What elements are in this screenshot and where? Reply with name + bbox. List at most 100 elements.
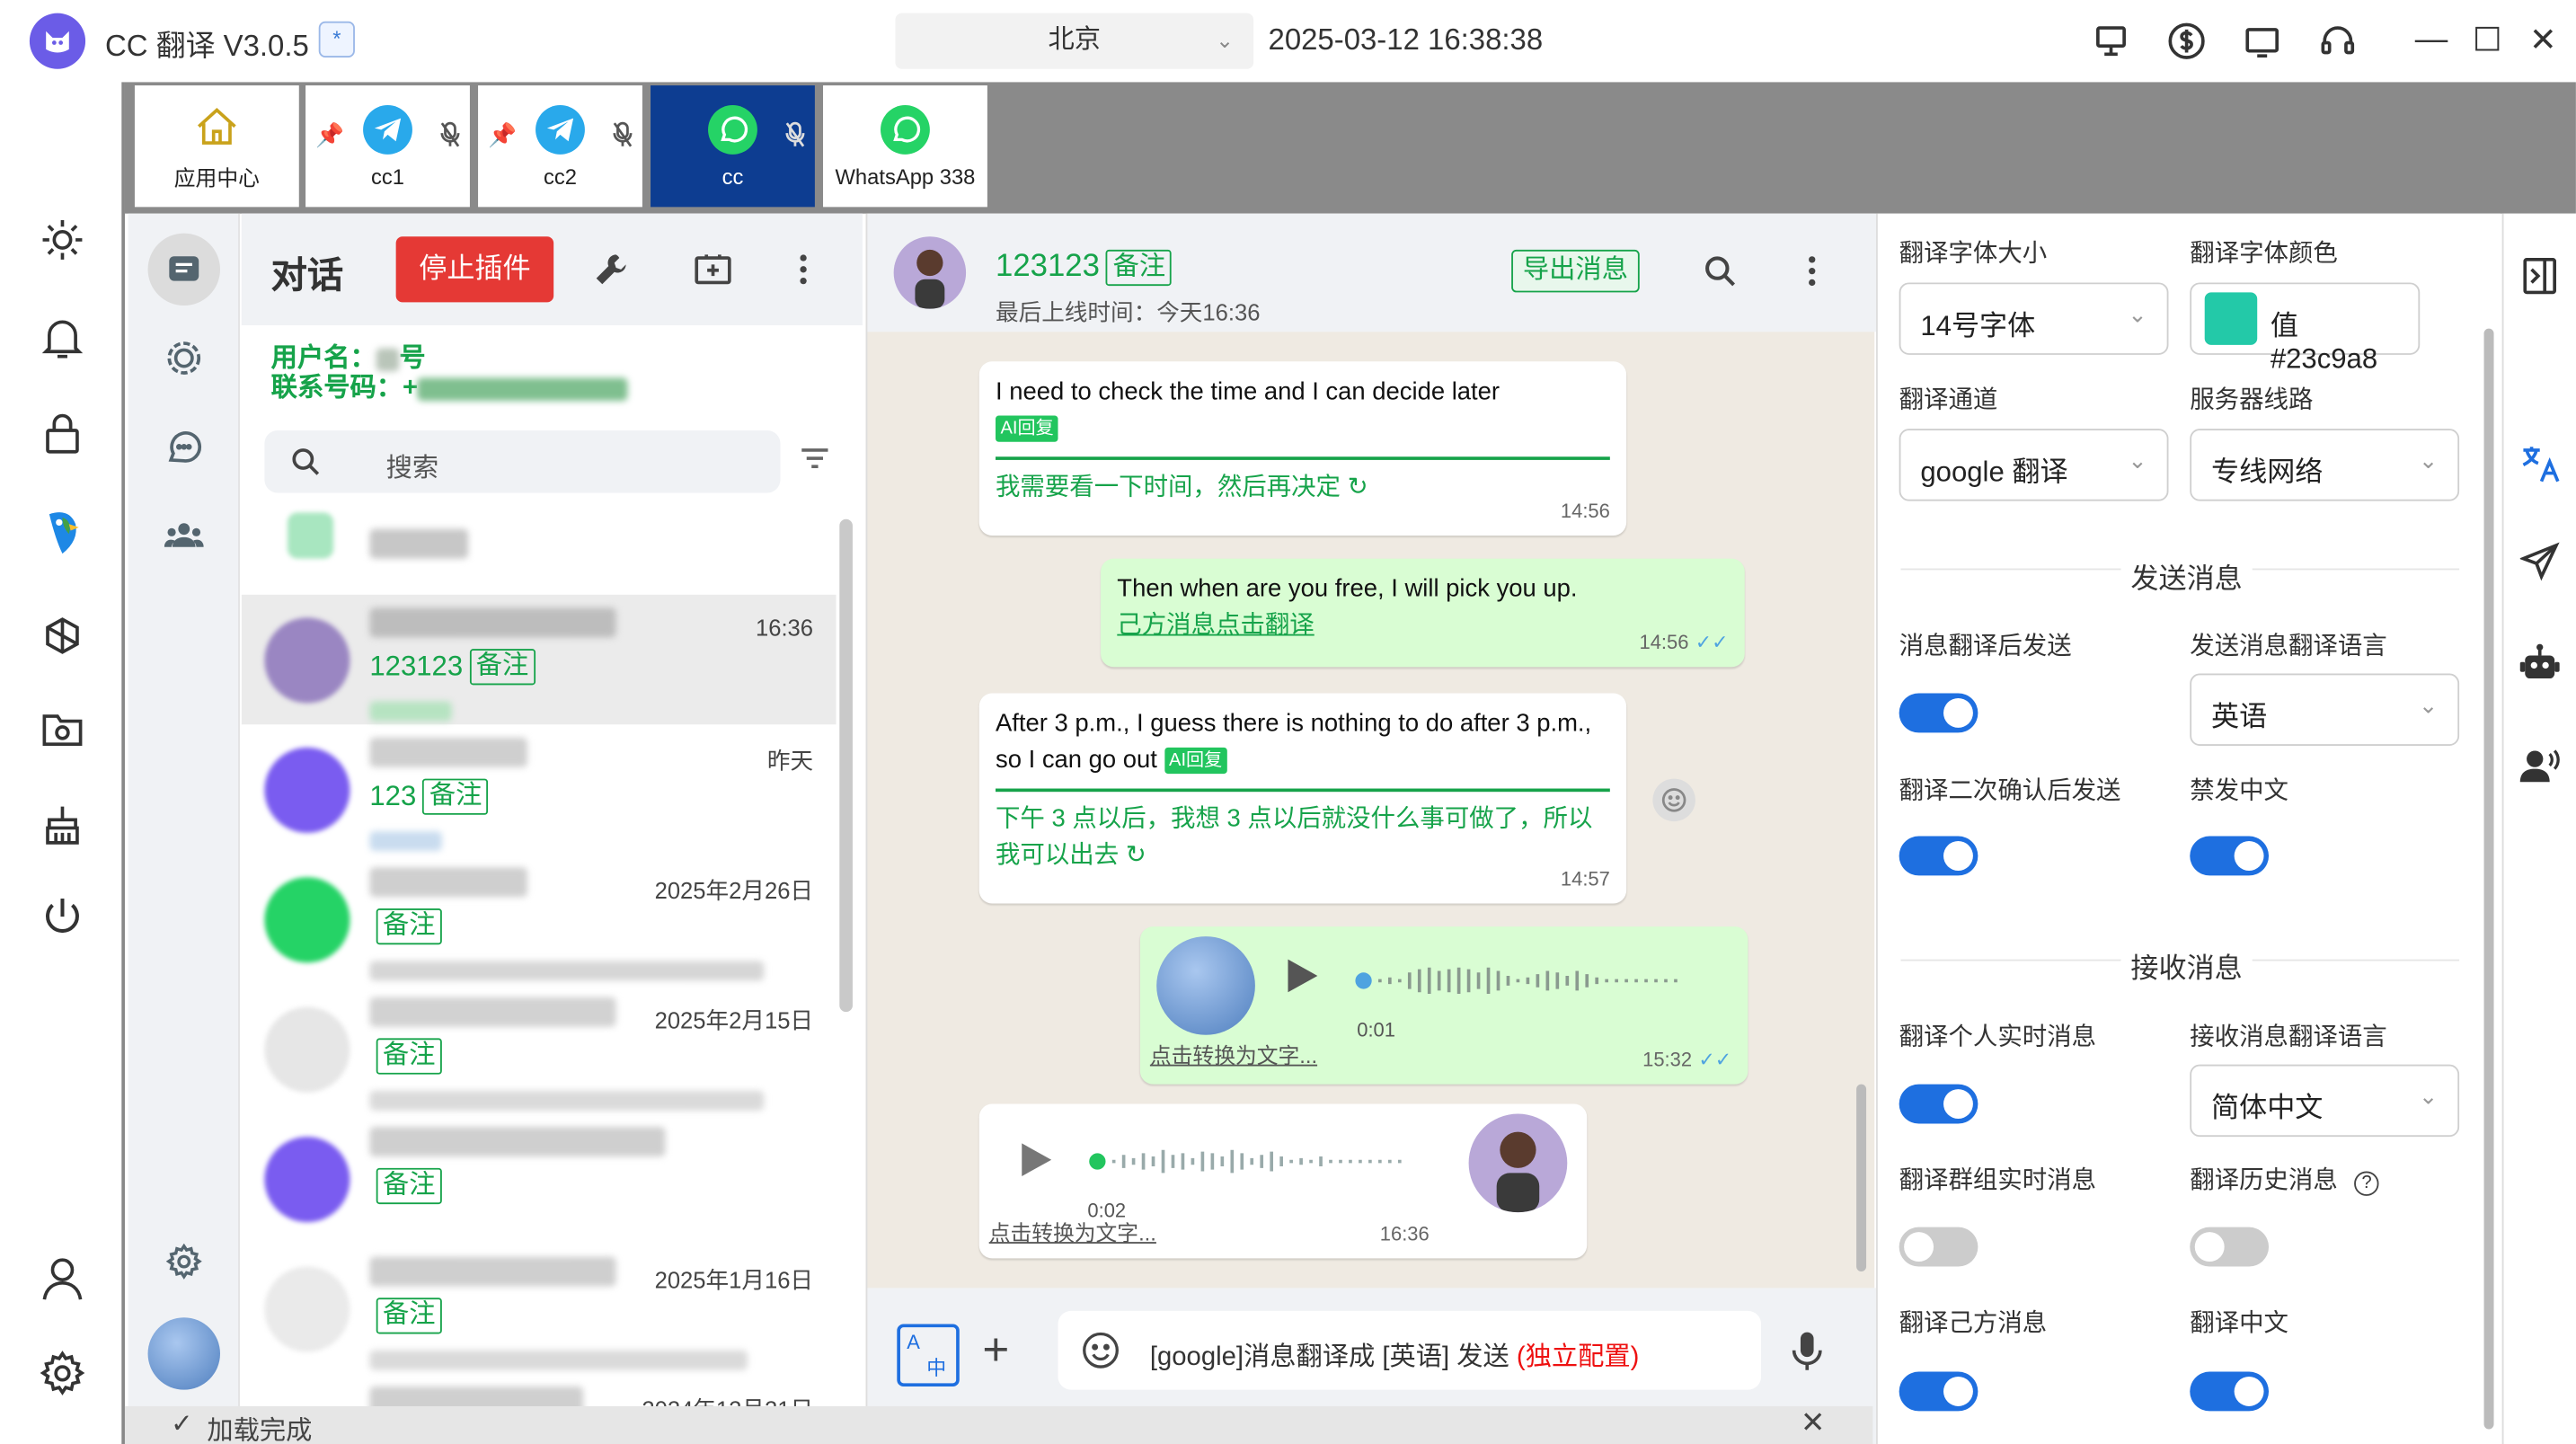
tab-cc1[interactable]: 📌 cc1 — [305, 85, 470, 208]
server-select[interactable]: 专线网络 ⌄ — [2190, 429, 2460, 501]
minimize-icon[interactable]: — — [2412, 13, 2451, 66]
sun-icon[interactable] — [36, 214, 89, 267]
message-input[interactable]: [google]消息翻译成 [英语] 发送 (独立配置) — [1058, 1310, 1762, 1390]
list-item[interactable]: 16:36 123123 备注 — [241, 594, 837, 725]
tab-cc[interactable]: cc — [651, 85, 815, 208]
microphone-icon[interactable] — [1791, 1331, 1824, 1382]
tab-cc2[interactable]: 📌 cc2 — [478, 85, 642, 208]
translate-chinese-toggle[interactable] — [2190, 1371, 2270, 1412]
help-icon[interactable]: ? — [2354, 1171, 2379, 1196]
receive-lang-select[interactable]: 简体中文 ⌄ — [2190, 1064, 2460, 1138]
send-icon[interactable] — [2517, 539, 2563, 585]
screen-share-icon[interactable] — [2237, 16, 2287, 66]
independent-config-link[interactable]: (独立配置) — [1517, 1343, 1640, 1371]
font-size-select[interactable]: 14号字体 ⌄ — [1899, 282, 2169, 355]
wrench-icon[interactable] — [591, 250, 631, 289]
message-translate-link[interactable]: 己方消息点击翻译 — [1117, 607, 1728, 643]
list-item[interactable]: 2025年2月15日 备注 — [242, 984, 837, 1113]
profile-avatar[interactable] — [147, 1317, 221, 1390]
attach-plus-icon[interactable]: + — [982, 1326, 1009, 1373]
parrot-icon[interactable] — [36, 506, 89, 559]
lock-icon[interactable] — [36, 407, 89, 460]
mic-off-icon[interactable] — [613, 121, 633, 153]
voice-message[interactable]: 0:02 点击转换为文字... 16:36 — [978, 1103, 1588, 1259]
list-item[interactable] — [242, 506, 837, 595]
ban-chinese-toggle[interactable] — [2190, 836, 2270, 876]
dollar-icon[interactable] — [2162, 16, 2211, 66]
maximize-icon[interactable]: ☐ — [2467, 13, 2507, 66]
broom-icon[interactable] — [36, 799, 89, 852]
convert-to-text-link[interactable]: 点击转换为文字... — [989, 1216, 1156, 1252]
chat-scrollbar[interactable] — [1856, 1084, 1867, 1272]
font-color-picker[interactable]: 值#23c9a8 — [2190, 282, 2421, 375]
history-toggle[interactable] — [2190, 1227, 2270, 1267]
tab-app-center[interactable]: 应用中心 — [134, 85, 299, 208]
message-bubble[interactable]: After 3 p.m., I guess there is nothing t… — [978, 693, 1627, 904]
note-tag[interactable]: 备注 — [376, 1167, 442, 1205]
status-icon[interactable] — [148, 322, 220, 394]
voice-user-icon[interactable] — [2517, 742, 2563, 788]
play-icon[interactable] — [1019, 1140, 1055, 1192]
play-icon[interactable] — [1285, 956, 1321, 1007]
voice-message[interactable]: 0:01 点击转换为文字... 15:32 ✓✓ — [1139, 926, 1748, 1085]
realtime-group-toggle[interactable] — [1899, 1227, 1978, 1267]
folder-camera-icon[interactable] — [36, 703, 89, 756]
bell-icon[interactable] — [36, 312, 89, 365]
send-lang-select[interactable]: 英语 ⌄ — [2190, 673, 2460, 747]
power-icon[interactable] — [36, 890, 89, 943]
convert-to-text-link[interactable]: 点击转换为文字... — [1150, 1038, 1317, 1074]
chat-list-scrollbar[interactable] — [839, 518, 853, 1013]
headset-icon[interactable] — [2313, 16, 2362, 66]
note-tag[interactable]: 备注 — [376, 908, 442, 945]
translate-icon[interactable] — [2517, 440, 2563, 486]
mic-off-icon[interactable] — [785, 121, 805, 153]
list-item[interactable]: 备注 — [242, 1114, 837, 1244]
translate-toggle-icon[interactable]: A中 — [897, 1324, 960, 1387]
filter-icon[interactable] — [800, 447, 829, 478]
channels-icon[interactable] — [148, 411, 220, 483]
communities-icon[interactable] — [148, 500, 220, 571]
tab-whatsapp-338[interactable]: WhatsApp 338 — [823, 85, 987, 208]
robot-icon[interactable] — [2517, 641, 2563, 687]
more-vertical-icon[interactable] — [1791, 250, 1834, 293]
openai-icon[interactable] — [36, 611, 89, 664]
mic-off-icon[interactable] — [440, 121, 460, 153]
retranslate-icon[interactable]: ↻ — [1126, 841, 1146, 869]
own-messages-toggle[interactable] — [1899, 1371, 1978, 1412]
collapse-panel-icon[interactable] — [2517, 253, 2563, 299]
export-messages-button[interactable]: 导出消息 — [1511, 249, 1640, 293]
contact-note-tag[interactable]: 备注 — [1106, 249, 1173, 287]
confirm-send-toggle[interactable] — [1899, 836, 1978, 876]
chats-icon[interactable] — [147, 233, 221, 306]
list-item[interactable]: 昨天 123 备注 — [242, 724, 837, 854]
settings-scrollbar[interactable] — [2483, 328, 2494, 1430]
realtime-personal-toggle[interactable] — [1899, 1084, 1978, 1124]
note-tag[interactable]: 备注 — [469, 649, 536, 686]
search-box[interactable]: 搜索 — [264, 430, 781, 493]
monitor-icon[interactable] — [2086, 16, 2136, 66]
pin-icon[interactable]: 📌 — [488, 121, 517, 149]
stop-plugin-button[interactable]: 停止插件 — [395, 236, 554, 303]
note-tag[interactable]: 备注 — [376, 1298, 442, 1334]
send-after-translate-toggle[interactable] — [1899, 693, 1978, 733]
message-bubble[interactable]: I need to check the time and I can decid… — [978, 361, 1627, 536]
city-select[interactable]: 北京 ⌄ — [895, 13, 1254, 69]
close-icon[interactable]: ✕ — [2523, 13, 2563, 66]
list-item[interactable]: 2025年1月16日 备注 — [242, 1244, 837, 1373]
emoji-icon[interactable] — [1081, 1331, 1120, 1378]
channel-select[interactable]: google 翻译 ⌄ — [1899, 429, 2169, 501]
search-icon[interactable] — [1699, 250, 1742, 293]
emoji-reaction-icon[interactable] — [1652, 778, 1695, 822]
message-bubble[interactable]: Then when are you free, I will pick you … — [1101, 558, 1745, 668]
user-icon[interactable] — [36, 1252, 89, 1305]
note-tag[interactable]: 备注 — [376, 1038, 442, 1075]
list-item[interactable]: 2025年2月26日 备注 — [242, 855, 837, 984]
contact-avatar[interactable] — [893, 236, 967, 309]
note-tag[interactable]: 备注 — [422, 778, 489, 815]
settings-icon[interactable] — [36, 1347, 89, 1400]
more-vertical-icon[interactable] — [783, 250, 823, 289]
edit-badge[interactable]: * — [318, 21, 355, 58]
pin-icon[interactable]: 📌 — [315, 121, 344, 149]
close-status-icon[interactable]: ✕ — [1801, 1406, 1826, 1440]
whatsapp-settings-icon[interactable] — [148, 1226, 220, 1298]
